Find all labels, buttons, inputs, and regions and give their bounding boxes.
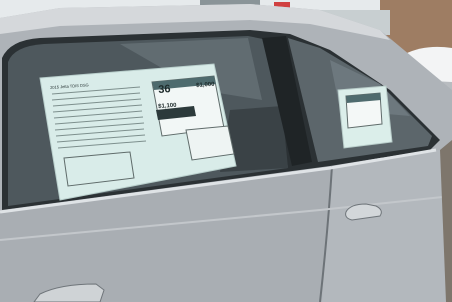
sticker-mpg-value: 36	[157, 83, 171, 96]
sticker-savings: $1,100	[158, 102, 177, 110]
sticker-qr-box	[185, 125, 235, 161]
sticker-fuel-cost: $1,000	[196, 81, 215, 89]
rear-door-panel	[322, 150, 452, 302]
photo-scene	[0, 0, 452, 302]
